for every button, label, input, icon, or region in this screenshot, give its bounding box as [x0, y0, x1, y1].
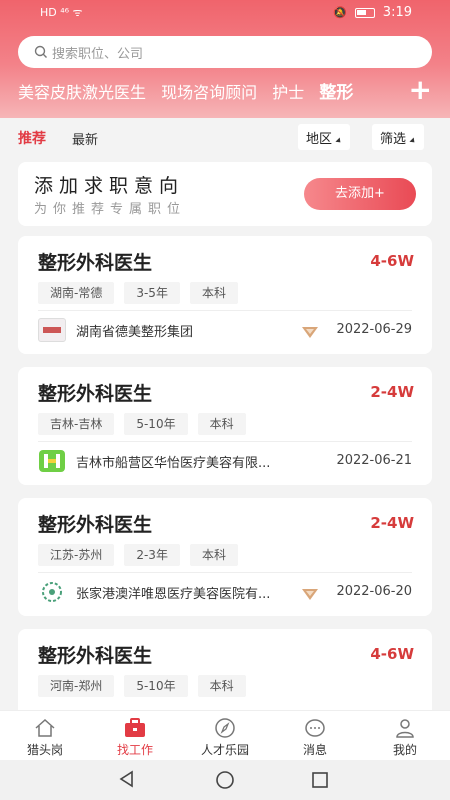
category-tab[interactable]: 美容皮肤激光医生: [18, 79, 146, 103]
add-category-button[interactable]: +: [409, 76, 432, 104]
nav-headhunt[interactable]: 猎头岗: [5, 717, 85, 758]
job-tags: 湖南-常德 3-5年 本科: [38, 282, 238, 304]
category-tab-active[interactable]: 整形: [319, 78, 353, 103]
nav-label: 找工作: [116, 743, 153, 757]
compass-icon: [215, 718, 235, 738]
company-name: 张家港澳洋唯恩医疗美容医院有...: [76, 586, 271, 602]
tag-location: 江苏-苏州: [38, 544, 115, 566]
company-logo: [38, 580, 66, 604]
divider: [38, 310, 412, 311]
status-right: 🔕 3:19: [333, 5, 412, 20]
search-input[interactable]: 搜索职位、公司: [18, 36, 432, 68]
job-title: 整形外科医生: [38, 645, 153, 667]
tag-education: 本科: [189, 282, 238, 304]
category-tab[interactable]: 护士: [272, 79, 304, 103]
logo-h-icon: [39, 450, 65, 472]
nav-label: 我的: [392, 743, 417, 757]
job-card[interactable]: 整形外科医生 2-4W 江苏-苏州 2-3年 本科 张家港澳洋唯恩医疗美容医院有…: [18, 498, 432, 616]
company-name: 吉林市船营区华怡医疗美容有限...: [76, 455, 271, 471]
tag-education: 本科: [189, 544, 238, 566]
job-salary: 4-6W: [370, 645, 414, 663]
tag-location: 吉林-吉林: [38, 413, 115, 435]
battery-icon: [354, 7, 375, 18]
job-tags: 河南-郑州 5-10年 本科: [38, 675, 246, 697]
region-label: 地区: [306, 132, 333, 147]
search-placeholder: 搜索职位、公司: [52, 46, 144, 62]
mute-icon: 🔕: [333, 6, 347, 19]
company-name: 湖南省德美整形集团: [76, 324, 194, 340]
status-bar: HD ⁴⁶ ᯤ 🔕 3:19: [0, 0, 450, 26]
tab-recommend[interactable]: 推荐: [18, 128, 46, 148]
back-icon[interactable]: [118, 770, 136, 788]
job-intent-card: 添加求职意向 为你推荐专属职位 去添加+: [18, 162, 432, 226]
nav-label: 人才乐园: [200, 743, 249, 757]
home-icon: [35, 718, 55, 737]
home-circle-icon[interactable]: [215, 770, 235, 790]
signal-icons: HD ⁴⁶ ᯤ: [40, 6, 83, 19]
job-tags: 江苏-苏州 2-3年 本科: [38, 544, 238, 566]
nav-find-job[interactable]: 找工作: [95, 717, 175, 758]
logo-mark: [43, 327, 61, 333]
tag-experience: 2-3年: [124, 544, 180, 566]
job-salary: 4-6W: [370, 252, 414, 270]
tag-location: 湖南-常德: [38, 282, 115, 304]
divider: [38, 572, 412, 573]
post-date: 2022-06-21: [336, 453, 412, 468]
vip-badge-icon: [302, 327, 318, 338]
nav-messages[interactable]: 消息: [275, 717, 355, 758]
company-row: 吉林市船营区华怡医疗美容有限... 2022-06-21: [38, 449, 412, 473]
status-left: HD ⁴⁶ ᯤ: [40, 5, 83, 20]
divider: [38, 441, 412, 442]
company-logo: [38, 318, 66, 342]
intent-title: 添加求职意向: [34, 175, 185, 197]
job-title: 整形外科医生: [38, 514, 153, 536]
filter-label: 筛选: [380, 132, 407, 147]
tag-location: 河南-郑州: [38, 675, 115, 697]
add-intent-button[interactable]: 去添加+: [304, 178, 416, 210]
job-tags: 吉林-吉林 5-10年 本科: [38, 413, 246, 435]
company-logo: [38, 449, 66, 473]
nav-talent-park[interactable]: 人才乐园: [185, 717, 265, 758]
job-salary: 2-4W: [370, 514, 414, 532]
job-title: 整形外科医生: [38, 383, 153, 405]
status-time: 3:19: [382, 5, 412, 20]
tag-experience: 3-5年: [124, 282, 180, 304]
briefcase-icon: [125, 718, 145, 737]
tag-experience: 5-10年: [124, 675, 188, 697]
job-card[interactable]: 整形外科医生 4-6W 湖南-常德 3-5年 本科 湖南省德美整形集团 2022…: [18, 236, 432, 354]
search-icon: [34, 45, 47, 58]
filter-dropdown[interactable]: 筛选: [372, 124, 425, 150]
user-icon: [396, 719, 414, 738]
message-icon: [305, 719, 325, 737]
vip-badge-icon: [302, 589, 318, 600]
bottom-nav: 猎头岗 找工作 人才乐园 消息 我的: [0, 710, 450, 760]
intent-subtitle: 为你推荐专属职位: [34, 202, 187, 217]
job-title: 整形外科医生: [38, 252, 153, 274]
caret-icon: [335, 137, 343, 145]
category-tab[interactable]: 现场咨询顾问: [161, 79, 257, 103]
job-salary: 2-4W: [370, 383, 414, 401]
top-header: HD ⁴⁶ ᯤ 🔕 3:19 搜索职位、公司 美容皮肤激光医生 现场咨询顾问 护…: [0, 0, 450, 118]
region-dropdown[interactable]: 地区: [298, 124, 351, 150]
logo-circle-icon: [42, 582, 62, 602]
nav-label: 消息: [302, 743, 327, 757]
tag-education: 本科: [197, 675, 246, 697]
tab-latest[interactable]: 最新: [72, 129, 98, 148]
category-tabs: 美容皮肤激光医生 现场咨询顾问 护士 整形: [18, 78, 398, 104]
nav-profile[interactable]: 我的: [365, 717, 445, 758]
tag-experience: 5-10年: [124, 413, 188, 435]
tag-education: 本科: [197, 413, 246, 435]
recents-icon[interactable]: [311, 771, 329, 789]
caret-icon: [409, 137, 417, 145]
nav-label: 猎头岗: [26, 743, 63, 757]
post-date: 2022-06-20: [336, 584, 412, 599]
post-date: 2022-06-29: [336, 322, 412, 337]
filter-bar: 推荐 最新 地区 筛选: [0, 118, 450, 156]
company-row: 湖南省德美整形集团 2022-06-29: [38, 318, 412, 342]
job-card[interactable]: 整形外科医生 2-4W 吉林-吉林 5-10年 本科 吉林市船营区华怡医疗美容有…: [18, 367, 432, 485]
system-nav-bar: [0, 760, 450, 800]
company-row: 张家港澳洋唯恩医疗美容医院有... 2022-06-20: [38, 580, 412, 604]
